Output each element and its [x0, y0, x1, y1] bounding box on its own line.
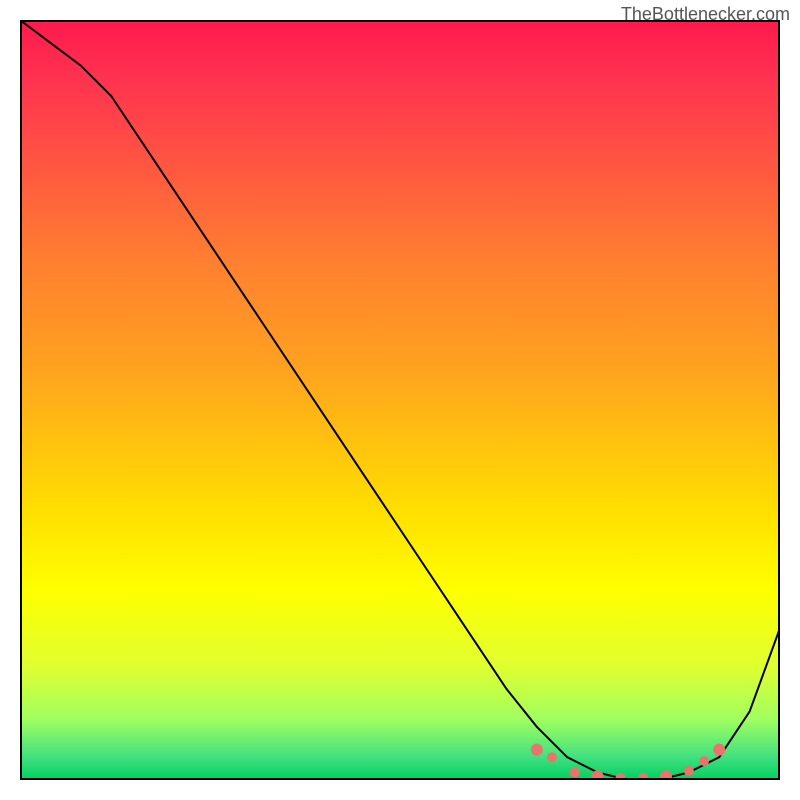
- marker-point: [547, 752, 557, 762]
- watermark-text: TheBottlenecker.com: [621, 4, 790, 25]
- bottleneck-curve: [20, 20, 780, 780]
- marker-point: [638, 773, 648, 780]
- marker-point: [570, 767, 580, 777]
- marker-point: [699, 756, 709, 766]
- marker-point: [713, 744, 725, 756]
- marker-point: [592, 770, 604, 780]
- chart-svg: [20, 20, 780, 780]
- marker-point: [660, 770, 672, 780]
- marker-point: [531, 744, 543, 756]
- marker-point: [684, 766, 694, 776]
- chart-container: [20, 20, 780, 780]
- marker-point: [615, 773, 625, 780]
